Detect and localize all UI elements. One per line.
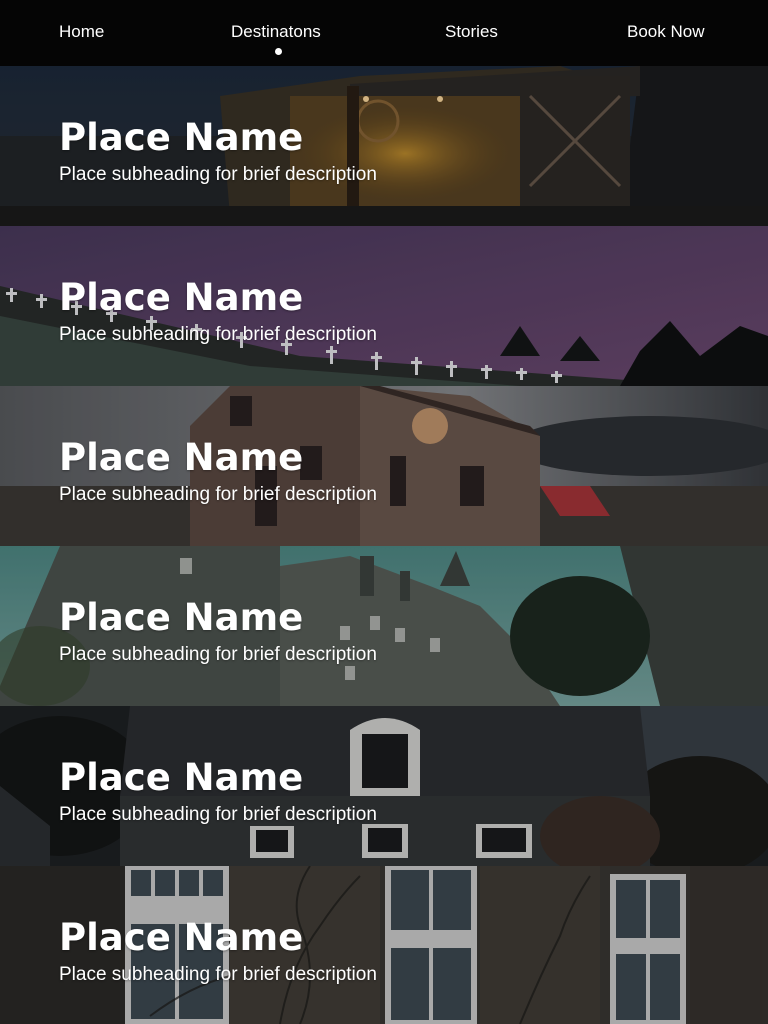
- place-title: Place Name: [59, 596, 304, 639]
- place-title: Place Name: [59, 276, 304, 319]
- place-card[interactable]: Place Name Place subheading for brief de…: [0, 546, 768, 706]
- place-card[interactable]: Place Name Place subheading for brief de…: [0, 706, 768, 866]
- place-subheading: Place subheading for brief description: [59, 484, 377, 505]
- place-subheading: Place subheading for brief description: [59, 804, 377, 825]
- place-subheading: Place subheading for brief description: [59, 644, 377, 665]
- place-title: Place Name: [59, 116, 304, 159]
- place-title: Place Name: [59, 916, 304, 959]
- nav-stories-link[interactable]: Stories: [445, 22, 498, 42]
- place-card[interactable]: Place Name Place subheading for brief de…: [0, 866, 768, 1024]
- place-subheading: Place subheading for brief description: [59, 164, 377, 185]
- nav-destinations-link[interactable]: Destinatons: [231, 22, 321, 42]
- nav-home-link[interactable]: Home: [59, 22, 104, 42]
- place-subheading: Place subheading for brief description: [59, 324, 377, 345]
- place-title: Place Name: [59, 756, 304, 799]
- place-subheading: Place subheading for brief description: [59, 964, 377, 985]
- place-card[interactable]: Place Name Place subheading for brief de…: [0, 66, 768, 226]
- place-title: Place Name: [59, 436, 304, 479]
- place-card[interactable]: Place Name Place subheading for brief de…: [0, 386, 768, 546]
- place-card[interactable]: Place Name Place subheading for brief de…: [0, 226, 768, 386]
- top-navigation: Home Destinatons Stories Book Now: [0, 0, 768, 66]
- active-indicator-dot: [275, 48, 282, 55]
- nav-book-now-link[interactable]: Book Now: [627, 22, 704, 42]
